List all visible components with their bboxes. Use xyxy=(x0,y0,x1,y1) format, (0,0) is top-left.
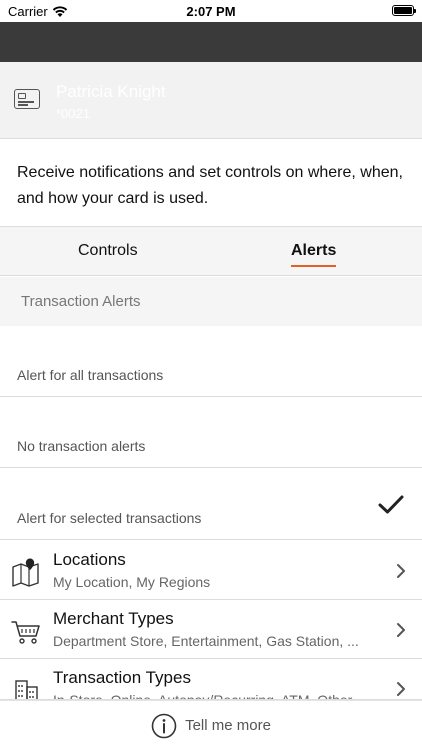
chevron-right-icon xyxy=(397,623,405,637)
tell-me-more-button[interactable]: Tell me more xyxy=(0,700,422,750)
tell-me-more-label: Tell me more xyxy=(185,717,271,734)
row-title: Transaction Types xyxy=(53,668,191,687)
tab-controls[interactable]: Controls xyxy=(78,242,138,260)
section-title: Transaction Alerts xyxy=(0,277,422,326)
alert-option-all[interactable]: Alert for all transactions xyxy=(0,326,422,397)
card-holder-name: Patricia Knight xyxy=(56,82,166,101)
row-subtitle: My Location, My Regions xyxy=(53,574,211,590)
alert-option-label: No transaction alerts xyxy=(17,438,146,454)
info-icon xyxy=(151,713,177,738)
navigation-bar xyxy=(0,22,422,62)
locations-row[interactable]: Locations My Location, My Regions xyxy=(0,541,422,600)
card-header: Patricia Knight *0021 xyxy=(0,62,422,139)
merchant-types-row[interactable]: Merchant Types Department Store, Enterta… xyxy=(0,600,422,659)
card-number: *0021 xyxy=(56,106,90,121)
row-title: Locations xyxy=(53,550,126,569)
row-subtitle: In-Store, Online, Autopay/Recurring, ATM… xyxy=(53,692,353,700)
transaction-types-row[interactable]: Transaction Types In-Store, Online, Auto… xyxy=(0,659,422,700)
checkmark-icon xyxy=(378,495,404,514)
selected-tab-indicator xyxy=(291,265,336,267)
row-title: Merchant Types xyxy=(53,609,174,628)
cart-icon xyxy=(11,621,40,644)
tab-alerts[interactable]: Alerts xyxy=(291,242,336,260)
alert-option-none[interactable]: No transaction alerts xyxy=(0,397,422,468)
chevron-right-icon xyxy=(397,682,405,696)
status-bar: Carrier 2:07 PM xyxy=(0,0,422,22)
tab-bar: Controls Alerts xyxy=(0,226,422,276)
credit-card-icon xyxy=(14,89,40,109)
alert-option-selected[interactable]: Alert for selected transactions xyxy=(0,468,422,540)
alert-option-label: Alert for all transactions xyxy=(17,367,164,383)
status-time: 2:07 PM xyxy=(186,4,236,19)
battery-icon xyxy=(392,5,416,16)
card-controls-description: Receive notifications and set controls o… xyxy=(0,140,422,226)
row-subtitle: Department Store, Entertainment, Gas Sta… xyxy=(53,633,359,649)
building-icon xyxy=(15,680,38,699)
chevron-right-icon xyxy=(397,564,405,578)
map-pin-icon xyxy=(12,558,39,587)
alert-option-label: Alert for selected transactions xyxy=(17,510,202,526)
